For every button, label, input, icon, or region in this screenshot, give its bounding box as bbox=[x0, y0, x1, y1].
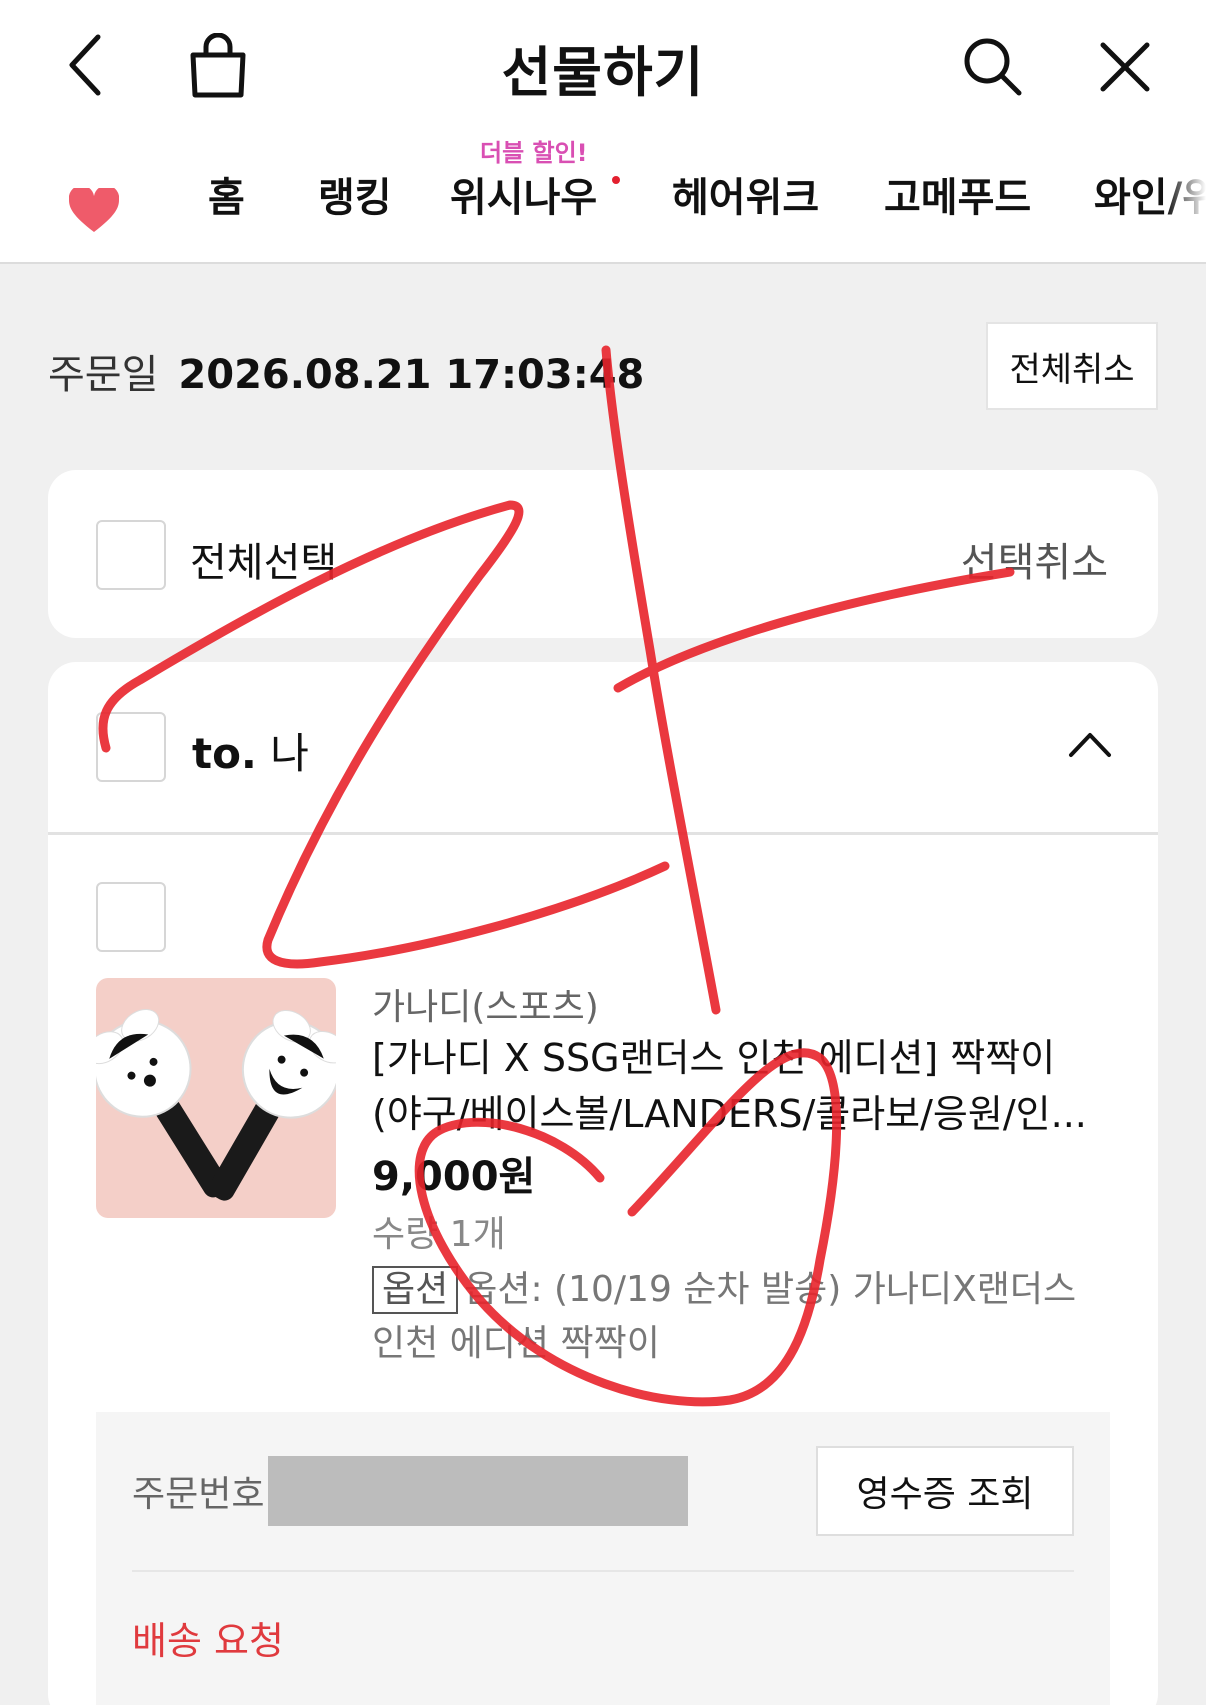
recipient-label: to. 나 bbox=[192, 720, 309, 781]
recipient-divider bbox=[48, 832, 1158, 835]
order-date: 주문일 2026.08.21 17:03:48 bbox=[48, 342, 644, 400]
option-text: 옵션: (10/19 순차 발송) 가나디X랜더스 인천 에디션 짝짝이 bbox=[372, 1269, 1077, 1364]
tab-fade bbox=[1166, 150, 1206, 230]
tab-ranking[interactable]: 랭킹 bbox=[318, 165, 392, 223]
search-icon bbox=[964, 38, 1022, 96]
product-checkbox[interactable] bbox=[96, 882, 166, 952]
product-thumbnail[interactable] bbox=[96, 978, 336, 1218]
order-number-redacted bbox=[268, 1456, 688, 1526]
product-price: 9,000원 bbox=[372, 1154, 536, 1200]
heart-icon bbox=[69, 188, 119, 232]
info-divider bbox=[132, 1570, 1074, 1572]
tab-hairweek[interactable]: 헤어위크 bbox=[672, 165, 819, 223]
top-bar: 선물하기 더블 할인! 홈 랭킹 위시나우 헤어위크 고메푸드 와인/위 bbox=[0, 0, 1206, 264]
product-brand[interactable]: 가나디(스포츠) bbox=[372, 978, 599, 1030]
product-option: 옵션 옵션: (10/19 순차 발송) 가나디X랜더스 인천 에디션 짝짝이 bbox=[372, 1263, 1112, 1371]
select-all-checkbox[interactable] bbox=[96, 520, 166, 590]
tab-home[interactable]: 홈 bbox=[208, 165, 245, 223]
receipt-button[interactable]: 영수증 조회 bbox=[816, 1446, 1074, 1536]
order-date-value: 2026.08.21 17:03:48 bbox=[178, 352, 645, 398]
select-all-label: 전체선택 bbox=[190, 540, 338, 586]
collapse-button[interactable] bbox=[1064, 722, 1116, 766]
recipient-checkbox[interactable] bbox=[96, 712, 166, 782]
deselect-button[interactable]: 선택취소 bbox=[961, 530, 1108, 588]
close-icon bbox=[1100, 42, 1150, 92]
recipient-prefix: to. bbox=[192, 729, 257, 778]
delivery-request-link[interactable]: 배송 요청 bbox=[132, 1610, 284, 1665]
clapper-toy-image bbox=[96, 1008, 336, 1201]
order-date-label: 주문일 bbox=[48, 352, 159, 398]
chevron-up-icon bbox=[1069, 733, 1111, 757]
product-quantity: 수량 1개 bbox=[372, 1214, 506, 1255]
product-name[interactable]: [가나디 X SSG랜더스 인천 에디션] 짝짝이 (야구/베이스볼/LANDE… bbox=[372, 1030, 1112, 1142]
search-button[interactable] bbox=[958, 32, 1028, 102]
wish-tab[interactable] bbox=[66, 186, 122, 236]
tab-gourmet[interactable]: 고메푸드 bbox=[884, 165, 1031, 223]
option-badge: 옵션 bbox=[372, 1266, 459, 1314]
recipient-name: 나 bbox=[270, 729, 309, 778]
order-number-label: 주문번호 bbox=[132, 1474, 265, 1515]
tab-wishnow[interactable]: 위시나우 bbox=[450, 165, 597, 223]
cancel-all-button[interactable]: 전체취소 bbox=[986, 322, 1158, 410]
new-dot bbox=[612, 176, 620, 184]
nav-badge: 더블 할인! bbox=[480, 139, 588, 167]
close-button[interactable] bbox=[1090, 32, 1160, 102]
